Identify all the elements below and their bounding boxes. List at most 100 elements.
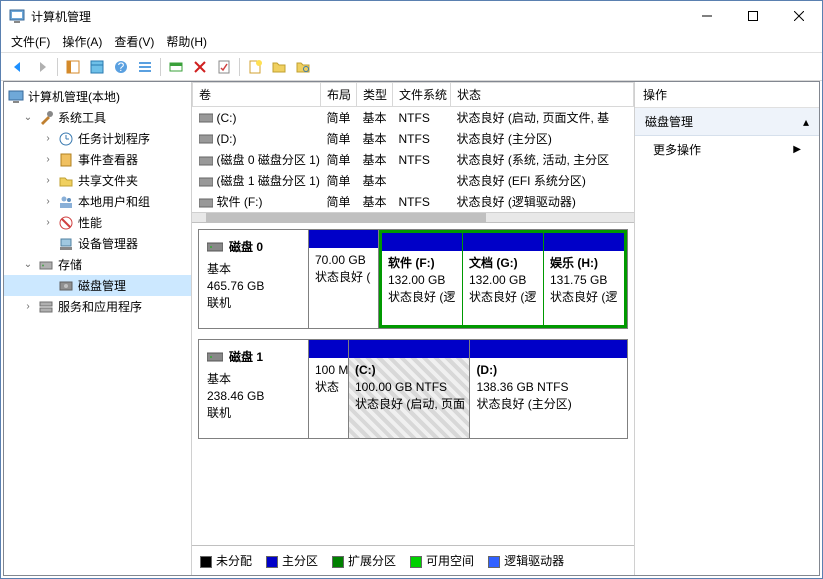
minimize-button[interactable] (684, 1, 730, 31)
expand-icon[interactable]: › (22, 301, 34, 312)
tree-devmgr[interactable]: 设备管理器 (4, 233, 191, 254)
tree-shared[interactable]: › 共享文件夹 (4, 170, 191, 191)
col-type[interactable]: 类型 (357, 83, 393, 107)
legend-swatch-free (410, 556, 422, 568)
col-fs[interactable]: 文件系统 (393, 83, 451, 107)
tree-label: 服务和应用程序 (58, 298, 142, 315)
event-icon (58, 152, 74, 168)
col-status[interactable]: 状态 (451, 83, 634, 107)
view-button[interactable] (86, 56, 108, 78)
help-button[interactable]: ? (110, 56, 132, 78)
legend-swatch-logical (488, 556, 500, 568)
menu-bar: 文件(F) 操作(A) 查看(V) 帮助(H) (1, 31, 822, 53)
expand-icon[interactable]: › (42, 154, 54, 165)
volume-row[interactable]: 软件 (F:)简单基本NTFS状态良好 (逻辑驱动器) (193, 191, 634, 212)
tree-perf[interactable]: › 性能 (4, 212, 191, 233)
col-layout[interactable]: 布局 (321, 83, 357, 107)
new-button[interactable] (244, 56, 266, 78)
window-title: 计算机管理 (31, 8, 684, 25)
collapse-icon[interactable]: ⌄ (22, 259, 34, 270)
expand-icon[interactable]: › (42, 196, 54, 207)
legend-swatch-unalloc (200, 556, 212, 568)
partition[interactable]: 娱乐 (H:)131.75 GB状态良好 (逻 (544, 233, 624, 325)
volume-row[interactable]: (磁盘 1 磁盘分区 1)简单基本状态良好 (EFI 系统分区) (193, 170, 634, 191)
tree-systools[interactable]: ⌄ 系统工具 (4, 107, 191, 128)
expand-icon[interactable]: › (42, 217, 54, 228)
tree-label: 计算机管理(本地) (28, 88, 120, 105)
tree-task[interactable]: ›任务计划程序 (4, 128, 191, 149)
actions-section[interactable]: 磁盘管理 ▴ (635, 108, 819, 136)
actions-section-label: 磁盘管理 (645, 113, 693, 130)
list-button[interactable] (134, 56, 156, 78)
disk-title: 磁盘 1 (229, 348, 263, 365)
refresh-button[interactable] (165, 56, 187, 78)
app-icon (9, 8, 25, 24)
tree-root[interactable]: 计算机管理(本地) (4, 86, 191, 107)
disk-row-1[interactable]: 磁盘 1 基本 238.46 GB 联机 100 M状态 (C:)100.00 … (198, 339, 628, 439)
expand-icon[interactable]: › (42, 175, 54, 186)
delete-button[interactable] (189, 56, 211, 78)
tree-label: 事件查看器 (78, 151, 138, 168)
actions-pane: 操作 磁盘管理 ▴ 更多操作 ▶ (635, 82, 819, 575)
actions-title: 操作 (635, 82, 819, 108)
collapse-icon[interactable]: ⌄ (22, 112, 34, 123)
partition[interactable]: 软件 (F:)132.00 GB状态良好 (逻 (382, 233, 463, 325)
menu-view[interactable]: 查看(V) (110, 31, 158, 52)
legend-swatch-primary (266, 556, 278, 568)
tree-services[interactable]: › 服务和应用程序 (4, 296, 191, 317)
actions-more[interactable]: 更多操作 ▶ (635, 136, 819, 163)
tree-diskmgmt[interactable]: 磁盘管理 (4, 275, 191, 296)
menu-help[interactable]: 帮助(H) (162, 31, 211, 52)
disk-state: 联机 (207, 295, 300, 312)
title-bar: 计算机管理 (1, 1, 822, 31)
partition[interactable]: (C:)100.00 GB NTFS状态良好 (启动, 页面 (349, 340, 470, 438)
tree-label: 性能 (78, 214, 102, 231)
maximize-button[interactable] (730, 1, 776, 31)
tree-storage[interactable]: ⌄存储 (4, 254, 191, 275)
disk-graphical-view[interactable]: 磁盘 0 基本 465.76 GB 联机 70.00 GB 状态良好 ( 软件 … (192, 223, 634, 545)
tree-pane[interactable]: 计算机管理(本地) ⌄ 系统工具 ›任务计划程序 › 事件查看器 › 共享文件夹 ›… (4, 82, 192, 575)
horizontal-scrollbar[interactable] (192, 212, 634, 222)
close-button[interactable] (776, 1, 822, 31)
tree-label: 共享文件夹 (78, 172, 138, 189)
volume-row[interactable]: (磁盘 0 磁盘分区 1)简单基本NTFS状态良好 (系统, 活动, 主分区 (193, 149, 634, 170)
volume-row[interactable]: (D:)简单基本NTFS状态良好 (主分区) (193, 128, 634, 149)
partition[interactable]: 70.00 GB 状态良好 ( (309, 230, 379, 328)
services-icon (38, 299, 54, 315)
chevron-right-icon: ▶ (793, 144, 801, 155)
col-volume[interactable]: 卷 (193, 83, 321, 107)
expand-icon[interactable]: › (42, 133, 54, 144)
perf-icon (58, 215, 74, 231)
legend: 未分配 主分区 扩展分区 可用空间 逻辑驱动器 (192, 545, 634, 575)
disk-info: 磁盘 1 基本 238.46 GB 联机 (199, 340, 309, 438)
device-icon (58, 236, 74, 252)
tools-icon (38, 110, 54, 126)
show-hide-button[interactable] (62, 56, 84, 78)
partition[interactable]: (D:)138.36 GB NTFS状态良好 (主分区) (470, 340, 627, 438)
tree-users[interactable]: ›本地用户和组 (4, 191, 191, 212)
legend-swatch-extended (332, 556, 344, 568)
volume-table[interactable]: 卷 布局 类型 文件系统 状态 (C:)简单基本NTFS状态良好 (启动, 页面… (192, 82, 634, 223)
extended-partition: 软件 (F:)132.00 GB状态良好 (逻 文档 (G:)132.00 GB… (379, 230, 627, 328)
partition[interactable]: 文档 (G:)132.00 GB状态良好 (逻 (463, 233, 544, 325)
menu-action[interactable]: 操作(A) (58, 31, 106, 52)
clock-icon (58, 131, 74, 147)
computer-icon (8, 89, 24, 105)
properties-button[interactable] (213, 56, 235, 78)
tree-label: 磁盘管理 (78, 277, 126, 294)
tree-label: 设备管理器 (78, 235, 138, 252)
center-pane: 卷 布局 类型 文件系统 状态 (C:)简单基本NTFS状态良好 (启动, 页面… (192, 82, 635, 575)
menu-file[interactable]: 文件(F) (7, 31, 54, 52)
folder-button[interactable] (268, 56, 290, 78)
tree-label: 系统工具 (58, 109, 106, 126)
back-button[interactable] (7, 56, 29, 78)
search-button[interactable] (292, 56, 314, 78)
forward-button[interactable] (31, 56, 53, 78)
disk-state: 联机 (207, 405, 300, 422)
volume-row[interactable]: (C:)简单基本NTFS状态良好 (启动, 页面文件, 基 (193, 107, 634, 129)
partition[interactable]: 100 M状态 (309, 340, 349, 438)
actions-more-label: 更多操作 (653, 141, 701, 158)
tree-event[interactable]: › 事件查看器 (4, 149, 191, 170)
collapse-icon: ▴ (803, 115, 809, 129)
disk-row-0[interactable]: 磁盘 0 基本 465.76 GB 联机 70.00 GB 状态良好 ( 软件 … (198, 229, 628, 329)
